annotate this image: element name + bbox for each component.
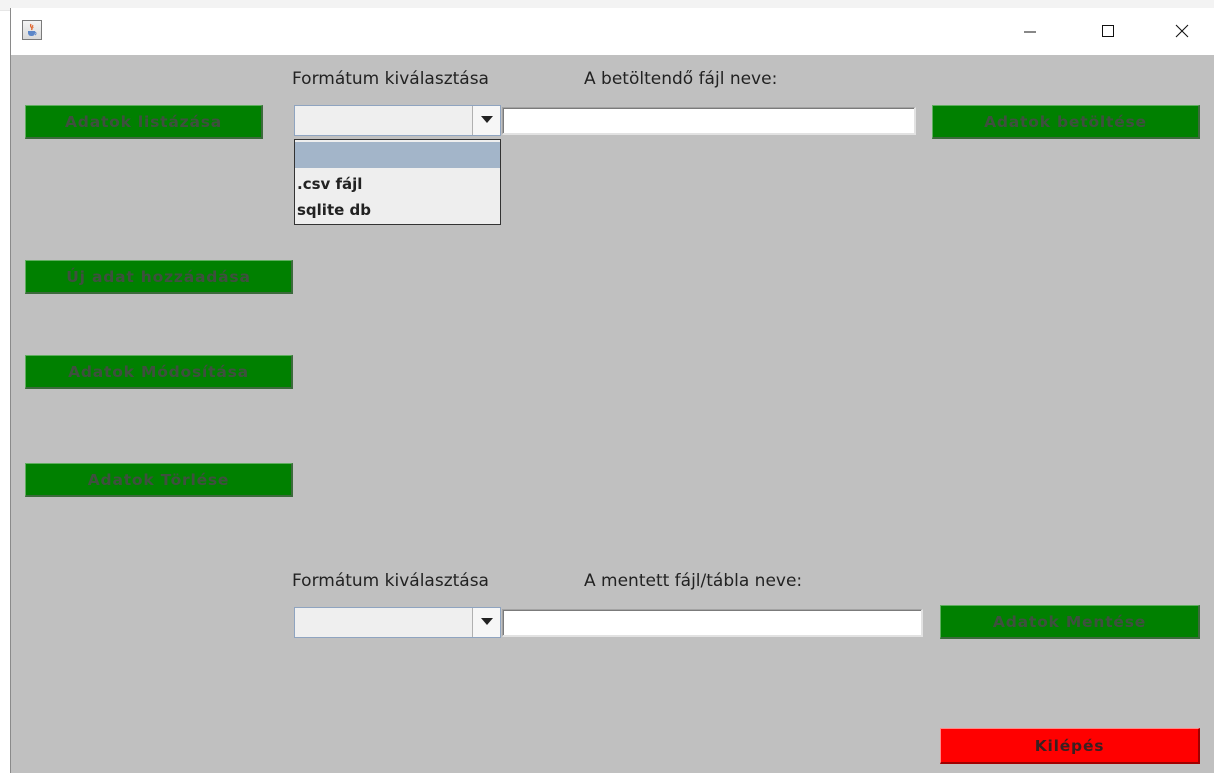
save-file-label: A mentett fájl/tábla neve: (584, 571, 803, 591)
minimize-button[interactable] (1007, 8, 1053, 55)
load-file-label: A betöltendő fájl neve: (584, 69, 778, 89)
save-format-label: Formátum kiválasztása (292, 571, 489, 591)
dropdown-option-csv[interactable]: .csv fájl (295, 171, 500, 197)
chevron-down-icon (481, 618, 493, 625)
chevron-down-icon (481, 116, 493, 123)
close-button[interactable] (1159, 8, 1205, 55)
minimize-icon (1024, 31, 1036, 33)
add-data-button[interactable]: Új adat hozzáadása (25, 260, 293, 294)
save-format-dropdown-arrow[interactable] (472, 608, 500, 637)
exit-button[interactable]: Kilépés (940, 728, 1200, 764)
delete-data-button[interactable]: Adatok Törlése (25, 463, 293, 497)
load-format-label: Formátum kiválasztása (292, 69, 489, 89)
close-icon (1175, 24, 1189, 38)
save-data-button[interactable]: Adatok Mentése (940, 605, 1200, 639)
dropdown-option-sqlite[interactable]: sqlite db (295, 197, 500, 223)
java-cup-icon[interactable] (22, 20, 42, 40)
save-format-combobox[interactable] (294, 607, 501, 638)
maximize-icon (1102, 25, 1114, 37)
modify-data-button[interactable]: Adatok Módosítása (25, 355, 293, 389)
load-format-dropdown-list: .csv fájl sqlite db (294, 139, 501, 225)
load-data-button[interactable]: Adatok betöltése (932, 105, 1200, 139)
load-file-name-field[interactable] (502, 107, 916, 135)
load-format-combobox[interactable] (294, 105, 501, 136)
title-bar (11, 8, 1214, 55)
dropdown-option-empty[interactable] (295, 142, 500, 168)
load-format-dropdown-arrow[interactable] (472, 106, 500, 135)
list-data-button[interactable]: Adatok listázása (25, 105, 263, 139)
maximize-button[interactable] (1085, 8, 1131, 55)
app-window: Formátum kiválasztása A betöltendő fájl … (10, 8, 1214, 773)
save-file-name-field[interactable] (502, 609, 923, 637)
